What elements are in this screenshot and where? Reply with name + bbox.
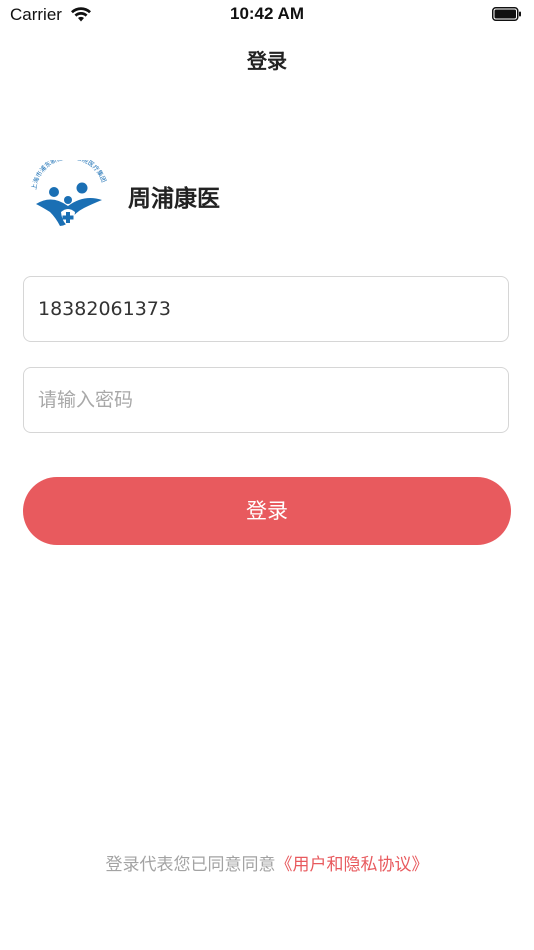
status-bar: Carrier 10:42 AM [0,0,534,30]
battery-icon [492,7,521,21]
svg-text:上海市浦东新区周浦医院医疗集团: 上海市浦东新区周浦医院医疗集团 [30,160,107,190]
agreement-prefix: 登录代表您已同意同意 [105,855,276,875]
login-button[interactable]: 登录 [23,477,511,545]
status-time: 10:42 AM [229,4,304,23]
password-field[interactable] [23,367,509,433]
password-input[interactable] [24,368,508,432]
logo-arc-text: 上海市浦东新区周浦医院医疗集团 [30,160,107,190]
phone-field[interactable] [23,276,509,342]
page-title: 登录 [247,49,287,73]
hospital-logo-icon: 上海市浦东新区周浦医院医疗集团 [30,160,107,226]
privacy-agreement-link[interactable]: 《用户和隐私协议》 [276,855,429,875]
agreement-text: 登录代表您已同意同意《用户和隐私协议》 [0,850,534,875]
brand-name: 周浦康医 [128,186,220,212]
phone-input[interactable] [24,277,508,341]
